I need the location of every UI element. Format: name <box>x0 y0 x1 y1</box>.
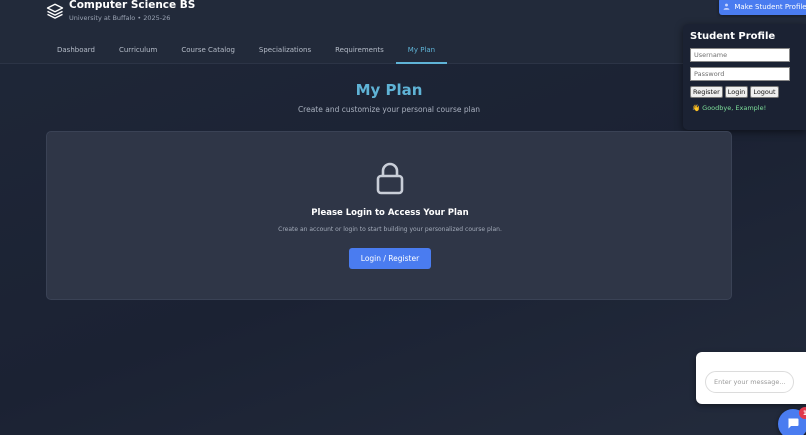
page-subtitle: Create and customize your personal cours… <box>297 105 481 114</box>
card-title: Please Login to Access Your Plan <box>311 208 469 218</box>
chat-notification-badge: 1 <box>799 407 806 419</box>
login-required-card: Please Login to Access Your Plan Create … <box>46 131 732 300</box>
user-icon <box>723 3 730 10</box>
student-profile-panel: Student Profile Register Login Logout 👋 … <box>683 24 806 130</box>
tab-requirements[interactable]: Requirements <box>323 40 396 64</box>
chat-panel <box>696 352 806 404</box>
brand[interactable]: Computer Science BS University at Buffal… <box>46 0 195 23</box>
app-title: Computer Science BS <box>69 0 196 11</box>
tab-dashboard[interactable]: Dashboard <box>45 40 107 64</box>
login-register-button[interactable]: Login / Register <box>349 248 431 269</box>
chat-bubble-icon <box>788 418 799 429</box>
lock-icon <box>376 162 404 195</box>
layers-icon <box>46 3 64 19</box>
tab-course-catalog[interactable]: Course Catalog <box>169 40 247 64</box>
password-input[interactable] <box>690 67 790 81</box>
tab-curriculum[interactable]: Curriculum <box>107 40 169 64</box>
app-subtitle: University at Buffalo • 2025-26 <box>69 14 171 22</box>
tab-specializations[interactable]: Specializations <box>247 40 323 64</box>
chat-message-input[interactable] <box>705 371 794 393</box>
page-title: My Plan <box>355 81 423 99</box>
tab-my-plan[interactable]: My Plan <box>395 40 448 64</box>
student-profile-title: Student Profile <box>690 31 776 42</box>
main-nav: Dashboard Curriculum Course Catalog Spec… <box>45 40 448 64</box>
make-student-profile-button[interactable]: Make Student Profile <box>719 0 806 15</box>
card-description: Create an account or login to start buil… <box>278 226 502 233</box>
make-student-profile-label: Make Student Profile <box>734 2 806 11</box>
username-input[interactable] <box>690 48 790 62</box>
